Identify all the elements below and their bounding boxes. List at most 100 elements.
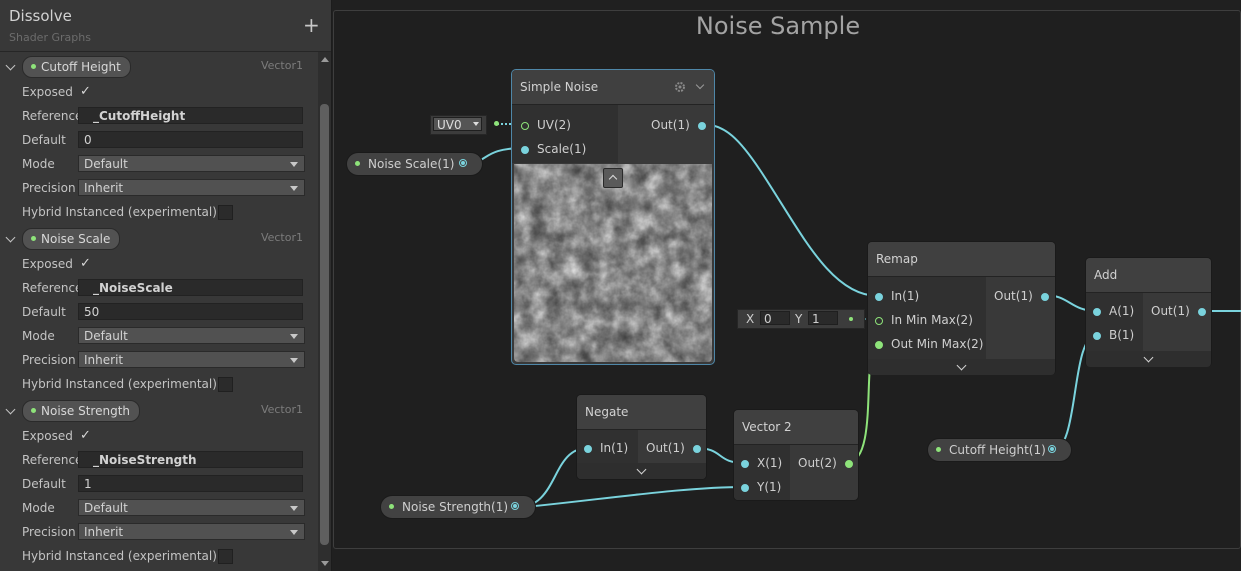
gear-icon[interactable]: [674, 81, 686, 93]
scroll-down-icon[interactable]: [321, 561, 329, 566]
port-connector-icon[interactable]: [875, 341, 883, 349]
port-y[interactable]: Y(1): [741, 480, 782, 494]
chevron-down-icon[interactable]: [695, 80, 705, 90]
reference-field[interactable]: _CutoffHeight: [78, 107, 303, 124]
y-value-field[interactable]: 1: [808, 311, 838, 326]
exposed-checkbox[interactable]: ✓: [80, 257, 93, 270]
port-label: Y(1): [757, 480, 782, 494]
node-footer[interactable]: [868, 359, 1055, 375]
add-node[interactable]: Add A(1) B(1) Out(1): [1086, 258, 1211, 367]
node-header[interactable]: Negate: [577, 395, 706, 430]
port-connector-icon[interactable]: [741, 460, 749, 468]
chevron-down-icon[interactable]: [956, 360, 966, 371]
port-connector-icon[interactable]: [1048, 445, 1056, 453]
mode-dropdown[interactable]: Default: [78, 155, 305, 172]
mode-dropdown[interactable]: Default: [78, 499, 305, 516]
node-header[interactable]: Add: [1086, 258, 1211, 293]
plus-icon[interactable]: +: [303, 15, 320, 35]
hybrid-checkbox[interactable]: [218, 549, 233, 564]
port-connector-icon[interactable]: [521, 122, 529, 130]
port-connector-icon[interactable]: [697, 122, 706, 130]
negate-node[interactable]: Negate In(1) Out(1): [577, 395, 706, 479]
port-out[interactable]: Out(2): [798, 456, 853, 470]
minmax-inline-field[interactable]: X 0 Y 1: [737, 309, 865, 329]
default-field[interactable]: 0: [78, 131, 303, 148]
vector2-node[interactable]: Vector 2 X(1) Y(1) Out(2): [734, 410, 858, 500]
reference-field[interactable]: _NoiseScale: [78, 279, 303, 296]
node-footer[interactable]: [1086, 351, 1211, 367]
reference-row: Reference _NoiseScale: [22, 278, 306, 298]
node-title: Remap: [876, 252, 918, 266]
port-connector-icon[interactable]: [1093, 332, 1101, 340]
noise-scale-property-node[interactable]: Noise Scale(1): [347, 153, 482, 175]
port-a[interactable]: A(1): [1093, 304, 1134, 318]
port-in-min-max[interactable]: In Min Max(2): [875, 313, 973, 327]
port-connector-icon[interactable]: [1040, 293, 1049, 301]
chevron-down-icon[interactable]: [636, 464, 646, 475]
precision-dropdown[interactable]: Inherit: [78, 523, 305, 540]
port-connector-icon[interactable]: [844, 460, 853, 468]
node-header[interactable]: Simple Noise: [512, 70, 714, 105]
exposed-label: Exposed: [22, 429, 73, 443]
port-out[interactable]: Out(1): [646, 441, 701, 455]
property-node-label: Noise Strength(1): [402, 500, 509, 514]
cutoff-height-property-node[interactable]: Cutoff Height(1): [928, 439, 1071, 461]
port-connector-icon[interactable]: [692, 445, 701, 453]
chevron-down-icon[interactable]: [5, 404, 16, 415]
default-row: Default 50: [22, 302, 306, 322]
port-out-min-max[interactable]: Out Min Max(2): [875, 337, 983, 351]
group-title[interactable]: Noise Sample: [333, 12, 1223, 40]
port-in[interactable]: In(1): [584, 441, 628, 455]
port-connector-icon[interactable]: [459, 159, 467, 167]
port-out[interactable]: Out(1): [651, 118, 706, 132]
blackboard-scrollbar[interactable]: [318, 52, 331, 571]
scroll-up-icon[interactable]: [321, 57, 329, 62]
port-scale[interactable]: Scale(1): [521, 142, 586, 156]
port-connector-icon[interactable]: [741, 484, 749, 492]
chevron-down-icon[interactable]: [1143, 352, 1153, 363]
chevron-down-icon[interactable]: [5, 232, 16, 243]
port-connector-icon[interactable]: [584, 445, 592, 453]
property-pill[interactable]: Cutoff Height: [22, 56, 131, 78]
x-value-field[interactable]: 0: [760, 311, 790, 326]
scrollbar-thumb[interactable]: [320, 104, 329, 545]
remap-node[interactable]: Remap In(1) In Min Max(2) Out Min Max(2)…: [868, 242, 1055, 375]
default-field[interactable]: 50: [78, 303, 303, 320]
uv-inline-dropdown[interactable]: UV0: [430, 115, 487, 135]
exposed-checkbox[interactable]: ✓: [80, 85, 93, 98]
node-header[interactable]: Vector 2: [734, 410, 858, 445]
port-connector-icon[interactable]: [875, 317, 883, 325]
port-connector-icon[interactable]: [521, 146, 529, 154]
default-row: Default 1: [22, 474, 306, 494]
hybrid-checkbox[interactable]: [218, 377, 233, 392]
property-pill[interactable]: Noise Scale: [22, 228, 121, 250]
noise-strength-property-node[interactable]: Noise Strength(1): [381, 496, 535, 518]
node-header[interactable]: Remap: [868, 242, 1055, 277]
hybrid-checkbox[interactable]: [218, 205, 233, 220]
property-pill[interactable]: Noise Strength: [22, 400, 141, 422]
precision-dropdown[interactable]: Inherit: [78, 351, 305, 368]
port-connector-icon[interactable]: [1093, 308, 1101, 316]
port-uv[interactable]: UV(2): [521, 118, 571, 132]
mode-dropdown[interactable]: Default: [78, 327, 305, 344]
port-b[interactable]: B(1): [1093, 328, 1134, 342]
collapse-preview-button[interactable]: [603, 168, 623, 188]
port-connector-icon[interactable]: [875, 293, 883, 301]
node-title: Vector 2: [742, 420, 792, 434]
port-in[interactable]: In(1): [875, 289, 919, 303]
default-field[interactable]: 1: [78, 475, 303, 492]
hybrid-row: Hybrid Instanced (experimental): [22, 374, 306, 394]
chevron-down-icon[interactable]: [5, 60, 16, 71]
node-footer[interactable]: [577, 463, 706, 479]
port-out[interactable]: Out(1): [1151, 304, 1206, 318]
node-title: Negate: [585, 405, 629, 419]
exposed-checkbox[interactable]: ✓: [80, 429, 93, 442]
port-out[interactable]: Out(1): [994, 289, 1049, 303]
port-connector-icon[interactable]: [511, 502, 519, 510]
port-label: Out(1): [651, 118, 690, 132]
precision-dropdown[interactable]: Inherit: [78, 179, 305, 196]
port-x[interactable]: X(1): [741, 456, 782, 470]
reference-field[interactable]: _NoiseStrength: [78, 451, 303, 468]
port-connector-icon[interactable]: [1197, 308, 1206, 316]
hybrid-label: Hybrid Instanced (experimental): [22, 205, 217, 219]
